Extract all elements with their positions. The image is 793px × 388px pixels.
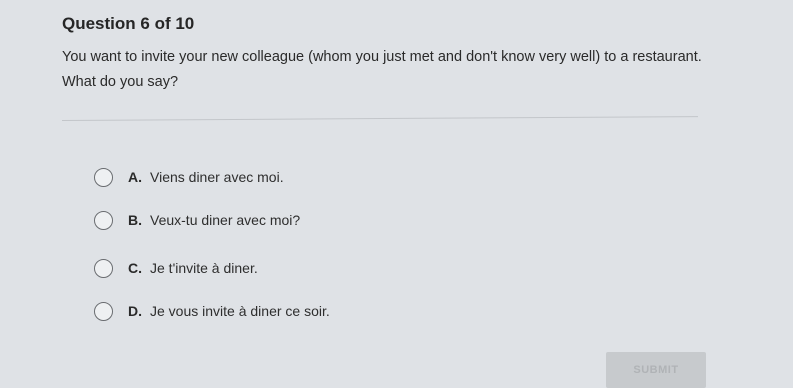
radio-button-c[interactable] bbox=[94, 258, 113, 278]
option-a-letter: A. bbox=[128, 169, 142, 185]
option-c[interactable]: C. Je t'invite à diner. bbox=[94, 255, 258, 281]
option-d[interactable]: D. Je vous invite à diner ce soir. bbox=[94, 298, 330, 324]
option-d-letter: D. bbox=[128, 303, 142, 319]
radio-button-a[interactable] bbox=[94, 167, 113, 187]
option-a-text: Viens diner avec moi. bbox=[150, 169, 284, 185]
option-b-letter: B. bbox=[128, 212, 142, 228]
option-d-text: Je vous invite à diner ce soir. bbox=[150, 303, 330, 319]
option-b-text: Veux-tu diner avec moi? bbox=[150, 212, 301, 228]
submit-button-label: SUBMIT bbox=[633, 364, 679, 376]
submit-button[interactable]: SUBMIT bbox=[606, 352, 706, 388]
option-c-text: Je t'invite à diner. bbox=[150, 260, 258, 276]
option-c-letter: C. bbox=[128, 260, 142, 276]
radio-button-d[interactable] bbox=[94, 301, 113, 321]
radio-button-b[interactable] bbox=[94, 210, 113, 230]
divider bbox=[61, 116, 698, 121]
option-a[interactable]: A. Viens diner avec moi. bbox=[94, 164, 284, 190]
question-header: Question 6 of 10 bbox=[62, 14, 195, 33]
option-b[interactable]: B. Veux-tu diner avec moi? bbox=[94, 207, 300, 233]
question-prompt: You want to invite your new colleague (w… bbox=[62, 49, 702, 90]
